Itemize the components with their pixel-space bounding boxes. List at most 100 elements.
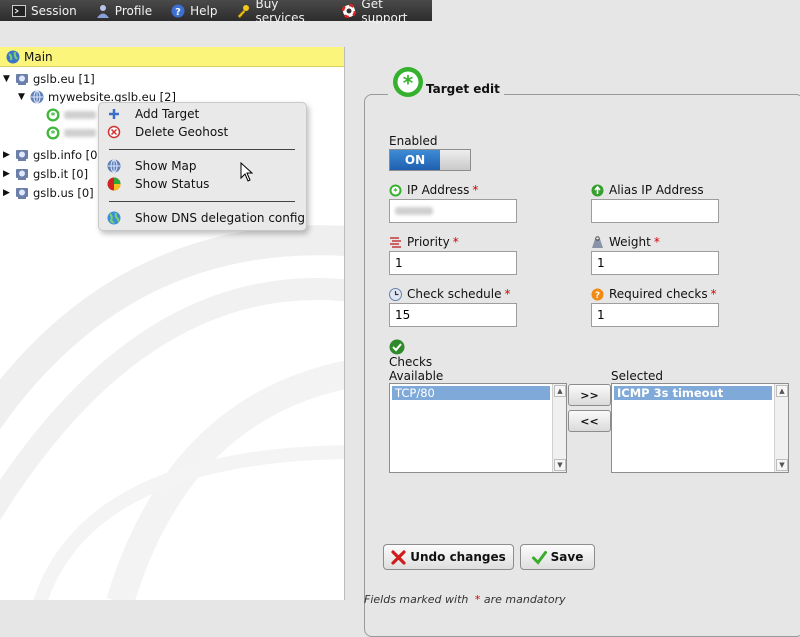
context-show-dns-delegation[interactable]: Show DNS delegation config: [107, 210, 305, 226]
priority-input[interactable]: [389, 251, 517, 275]
scrollbar[interactable]: ▲ ▼: [774, 384, 788, 472]
toggle-on-state: ON: [390, 150, 440, 170]
context-menu: Add Target Delete Geohost Show Map Show …: [98, 102, 307, 231]
lifebuoy-icon: [342, 3, 357, 18]
mouse-cursor-icon: [240, 162, 254, 182]
form-title: Target edit: [426, 82, 500, 96]
selected-checks-list[interactable]: ICMP 3s timeout ▲ ▼: [611, 383, 789, 473]
context-add-target-label: Add Target: [135, 107, 200, 121]
checks-label-text: Checks: [389, 355, 433, 369]
menu-help-label: Help: [190, 3, 218, 18]
target-icon: *: [389, 184, 402, 197]
menu-get-support-label: Get support: [361, 0, 408, 25]
scroll-down-icon[interactable]: ▼: [776, 459, 788, 471]
weight-input[interactable]: [591, 251, 719, 275]
priority-label: Priority *: [389, 235, 459, 249]
context-delete-geohost[interactable]: Delete Geohost: [107, 124, 228, 140]
scrollbar[interactable]: ▲ ▼: [552, 384, 566, 472]
tree-node-target-2[interactable]: *: [46, 124, 96, 142]
weight-label: Weight *: [591, 235, 660, 249]
tree-node-label: gslb.eu [1]: [33, 72, 95, 86]
svg-text:*: *: [51, 112, 56, 122]
tree-node-gslb-eu[interactable]: ▼ gslb.eu [1]: [3, 70, 95, 88]
svg-text:?: ?: [175, 7, 181, 18]
required-checks-input[interactable]: [591, 303, 719, 327]
available-option[interactable]: TCP/80: [392, 386, 550, 400]
user-icon: [96, 4, 110, 18]
undo-changes-label: Undo changes: [410, 550, 506, 564]
save-button[interactable]: Save: [520, 544, 595, 570]
context-add-target[interactable]: Add Target: [107, 106, 199, 122]
zone-icon: [15, 186, 29, 200]
required-mark: *: [452, 235, 459, 249]
undo-changes-button[interactable]: Undo changes: [383, 544, 514, 570]
save-label: Save: [550, 550, 584, 564]
context-separator: [109, 149, 295, 150]
menu-profile[interactable]: Profile: [84, 0, 159, 21]
alias-ip-label: Alias IP Address: [591, 183, 704, 197]
checkmark-icon: [389, 339, 405, 355]
svg-text:?: ?: [595, 291, 600, 301]
alias-ip-field[interactable]: [591, 199, 719, 223]
ip-address-field[interactable]: [389, 199, 517, 223]
tree-node-label: gslb.info [0]: [33, 148, 102, 162]
weight-icon: [591, 235, 604, 249]
redacted-text: [395, 207, 433, 215]
available-label: Available: [389, 369, 443, 383]
zone-icon: [15, 167, 29, 181]
check-schedule-label-text: Check schedule: [407, 287, 502, 301]
scroll-up-icon[interactable]: ▲: [776, 385, 788, 397]
ip-address-label-text: IP Address: [407, 183, 470, 197]
context-separator: [109, 201, 295, 202]
collapsed-triangle-icon[interactable]: ▶: [3, 188, 13, 198]
check-icon: [531, 550, 547, 565]
collapsed-triangle-icon[interactable]: ▶: [3, 150, 13, 160]
context-delete-geohost-label: Delete Geohost: [135, 125, 229, 139]
globe-icon: [107, 159, 121, 173]
selected-option[interactable]: ICMP 3s timeout: [614, 386, 772, 400]
context-show-map[interactable]: Show Map: [107, 158, 197, 174]
available-checks-list[interactable]: TCP/80 ▲ ▼: [389, 383, 567, 473]
menu-help[interactable]: ? Help: [159, 0, 224, 21]
collapsed-triangle-icon[interactable]: ▶: [3, 169, 13, 179]
check-schedule-input[interactable]: [389, 303, 517, 327]
world-icon: [107, 211, 121, 225]
tree-node-target-1[interactable]: *: [46, 106, 96, 124]
tree-root-header[interactable]: Main: [0, 47, 344, 67]
terminal-icon: [12, 4, 26, 18]
globe-icon: [30, 90, 44, 104]
required-mark: *: [504, 287, 511, 301]
expanded-triangle-icon[interactable]: ▼: [3, 74, 13, 84]
menu-session[interactable]: Session: [0, 0, 84, 21]
expanded-triangle-icon[interactable]: ▼: [18, 92, 28, 102]
tree-node-gslb-it[interactable]: ▶ gslb.it [0]: [3, 165, 88, 183]
context-show-status-label: Show Status: [135, 177, 210, 191]
menu-buy-services[interactable]: Buy services: [224, 0, 330, 25]
move-left-button[interactable]: <<: [568, 410, 611, 432]
svg-text:*: *: [51, 130, 56, 140]
enabled-label-text: Enabled: [389, 134, 438, 148]
priority-icon: [389, 236, 402, 249]
context-show-map-label: Show Map: [135, 159, 197, 173]
scroll-up-icon[interactable]: ▲: [554, 385, 566, 397]
menu-session-label: Session: [31, 3, 77, 18]
required-mark: *: [472, 183, 479, 197]
scroll-down-icon[interactable]: ▼: [554, 459, 566, 471]
menu-profile-label: Profile: [114, 3, 153, 18]
required-checks-label-text: Required checks: [609, 287, 708, 301]
target-edit-panel: * Target edit Enabled ON * IP Address * A…: [364, 47, 800, 637]
checks-label: Checks: [389, 355, 432, 369]
redacted-text: [64, 111, 96, 119]
target-icon: *: [46, 126, 60, 140]
enabled-toggle[interactable]: ON: [389, 149, 471, 171]
zone-icon: [15, 148, 29, 162]
tree-node-gslb-info[interactable]: ▶ gslb.info [0]: [3, 146, 102, 164]
tree-node-label: gslb.us [0]: [33, 186, 94, 200]
menu-get-support[interactable]: Get support: [330, 0, 432, 25]
tree-node-gslb-us[interactable]: ▶ gslb.us [0]: [3, 184, 94, 202]
target-icon: *: [46, 108, 60, 122]
required-mark: *: [653, 235, 660, 249]
move-right-button[interactable]: >>: [568, 384, 611, 406]
context-show-status[interactable]: Show Status: [107, 176, 209, 192]
toggle-handle[interactable]: [440, 150, 470, 170]
